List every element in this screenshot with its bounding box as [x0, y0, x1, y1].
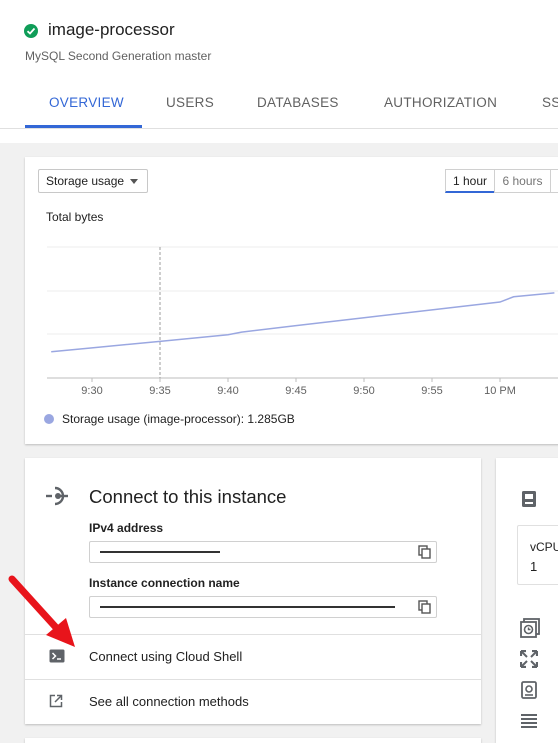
all-connection-methods-action[interactable]: See all connection methods [25, 679, 481, 723]
chart-gridlines [47, 246, 558, 379]
connection-plug-icon [46, 486, 68, 506]
tab-databases[interactable]: DATABASES [257, 84, 339, 128]
header-divider [0, 128, 558, 129]
instance-subtitle: MySQL Second Generation master [25, 49, 212, 63]
connect-card: Connect to this instance IPv4 address In… [25, 458, 481, 724]
x-tick-label: 9:35 [149, 385, 170, 397]
all-connection-methods-label: See all connection methods [89, 694, 249, 709]
copy-icon[interactable] [418, 545, 432, 559]
connection-name-field[interactable] [89, 596, 437, 618]
x-tick-label: 9:45 [285, 385, 306, 397]
tab-overview[interactable]: OVERVIEW [49, 84, 124, 128]
chart-legend: Storage usage (image-processor): 1.285GB [44, 412, 295, 426]
ipv4-field[interactable] [89, 541, 437, 563]
cloud-shell-label: Connect using Cloud Shell [89, 649, 243, 664]
redaction-mark [100, 551, 220, 553]
list-icon [521, 714, 537, 728]
server-icon [522, 491, 536, 507]
x-tick-label: 9:50 [353, 385, 374, 397]
storage-line-chart: 9:30 9:35 9:40 9:45 9:50 9:55 10 PM [47, 246, 558, 397]
connection-name-label: Instance connection name [89, 576, 240, 590]
vcpu-value: 1 [530, 559, 538, 574]
storage-chart-card: Storage usage 1 hour 6 hours Total bytes… [25, 157, 558, 444]
legend-label: Storage usage (image-processor): 1.285GB [62, 412, 295, 426]
instance-name: image-processor [48, 20, 175, 39]
vcpu-label: vCPU [530, 540, 558, 554]
vcpu-tile: vCPU 1 [517, 525, 558, 585]
backup-history-icon [520, 618, 540, 638]
x-tick-label: 9:55 [421, 385, 442, 397]
fullscreen-icon [520, 650, 538, 668]
tab-bar: OVERVIEW USERS DATABASES AUTHORIZATION S… [0, 84, 558, 128]
x-tick-label: 9:40 [217, 385, 238, 397]
instance-header: image-processor MySQL Second Generation … [0, 0, 558, 143]
chart-x-ticks: 9:30 9:35 9:40 9:45 9:50 9:55 10 PM [81, 378, 516, 397]
x-tick-label: 10 PM [484, 385, 516, 397]
redaction-mark [100, 606, 395, 608]
legend-swatch [44, 414, 54, 424]
chart-series [51, 292, 555, 353]
next-card [25, 738, 481, 743]
copy-icon[interactable] [418, 600, 432, 614]
storage-disk-icon [521, 681, 537, 699]
annotation-arrow-icon [8, 575, 75, 647]
x-tick-label: 9:30 [81, 385, 102, 397]
tab-ssl[interactable]: SS [542, 84, 558, 128]
series-line [51, 292, 555, 353]
configuration-card: vCPU 1 [496, 458, 558, 743]
open-in-new-icon [49, 694, 63, 708]
tab-users[interactable]: USERS [166, 84, 214, 128]
status-check-icon [24, 24, 38, 38]
cloud-shell-action[interactable]: Connect using Cloud Shell [25, 634, 481, 678]
ipv4-label: IPv4 address [89, 521, 164, 535]
tab-authorization[interactable]: AUTHORIZATION [384, 84, 497, 128]
connect-title: Connect to this instance [89, 486, 287, 507]
